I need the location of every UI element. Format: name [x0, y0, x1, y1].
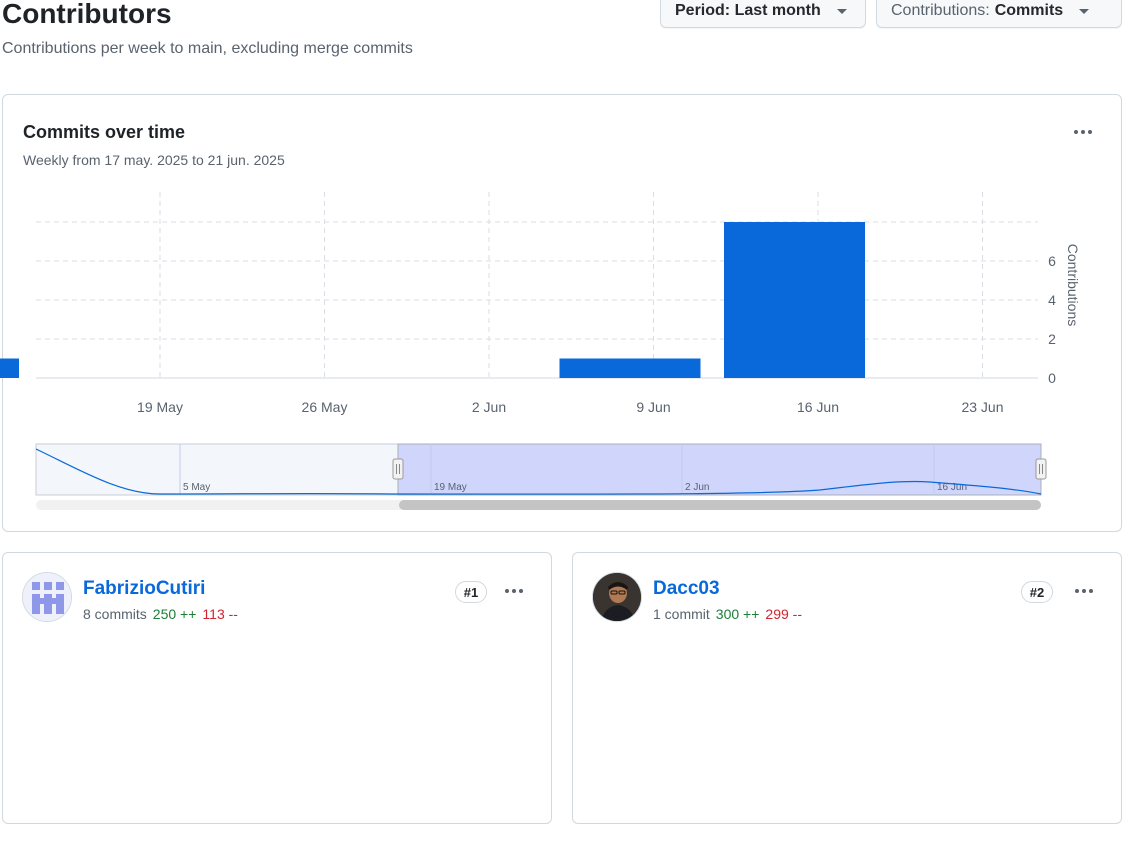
navigator-drag-handle[interactable]	[1035, 458, 1047, 480]
avatar[interactable]	[592, 572, 642, 622]
y-tick-label: 4	[1048, 292, 1056, 308]
rank-badge: #1	[455, 581, 487, 603]
navigator-unselected-area	[35, 443, 399, 496]
deletions-count: 113 --	[202, 606, 238, 622]
additions-count: 250 ++	[152, 606, 197, 622]
x-tick-label: 2 Jun	[472, 399, 506, 415]
commit-count: 8 commits	[83, 606, 147, 622]
navigator-scrollbar-thumb[interactable]	[399, 500, 1041, 510]
x-tick-label: 26 May	[302, 399, 348, 415]
contributor-stats: 8 commits 250 ++ 113 --	[83, 605, 238, 623]
navigator-label: 19 May	[434, 482, 467, 493]
y-tick-label: 2	[1048, 331, 1056, 347]
navigator-drag-handle[interactable]	[392, 458, 404, 480]
y-tick-label: 0	[1048, 370, 1056, 386]
chart-bar	[0, 358, 19, 378]
x-tick-label: 23 Jun	[961, 399, 1003, 415]
x-tick-label: 19 May	[137, 399, 183, 415]
deletions-count: 299 --	[765, 606, 802, 622]
commit-count: 1 commit	[653, 606, 710, 622]
contributor-stats: 1 commit 300 ++ 299 --	[653, 605, 802, 623]
additions-count: 300 ++	[715, 606, 760, 622]
contributor-name-link[interactable]: FabrizioCutiri	[83, 577, 205, 601]
kebab-horizontal-icon[interactable]	[1070, 579, 1098, 603]
avatar[interactable]	[22, 572, 72, 622]
contributor-card-fabriziocutiri: FabrizioCutiri 8 commits 250 ++ 113 -- #1	[2, 552, 552, 824]
navigator-label: 2 Jun	[685, 482, 709, 493]
y-axis-title: Contributions	[1065, 244, 1081, 327]
kebab-horizontal-icon[interactable]	[500, 579, 528, 603]
navigator-label: 5 May	[183, 482, 210, 493]
x-tick-label: 9 Jun	[636, 399, 670, 415]
contributor-name-link[interactable]: Dacc03	[653, 577, 720, 601]
user-photo-icon	[593, 573, 641, 621]
chart-bar	[724, 222, 865, 378]
x-tick-label: 16 Jun	[797, 399, 839, 415]
rank-badge: #2	[1021, 581, 1053, 603]
contributor-card-dacc03: Dacc03 1 commit 300 ++ 299 -- #2	[572, 552, 1122, 824]
chart-bar	[559, 358, 701, 378]
y-tick-label: 6	[1048, 253, 1056, 269]
identicon-avatar-icon	[23, 573, 71, 621]
range-navigator[interactable]: 5 May 19 May 2 Jun 16 Jun	[35, 443, 1047, 510]
